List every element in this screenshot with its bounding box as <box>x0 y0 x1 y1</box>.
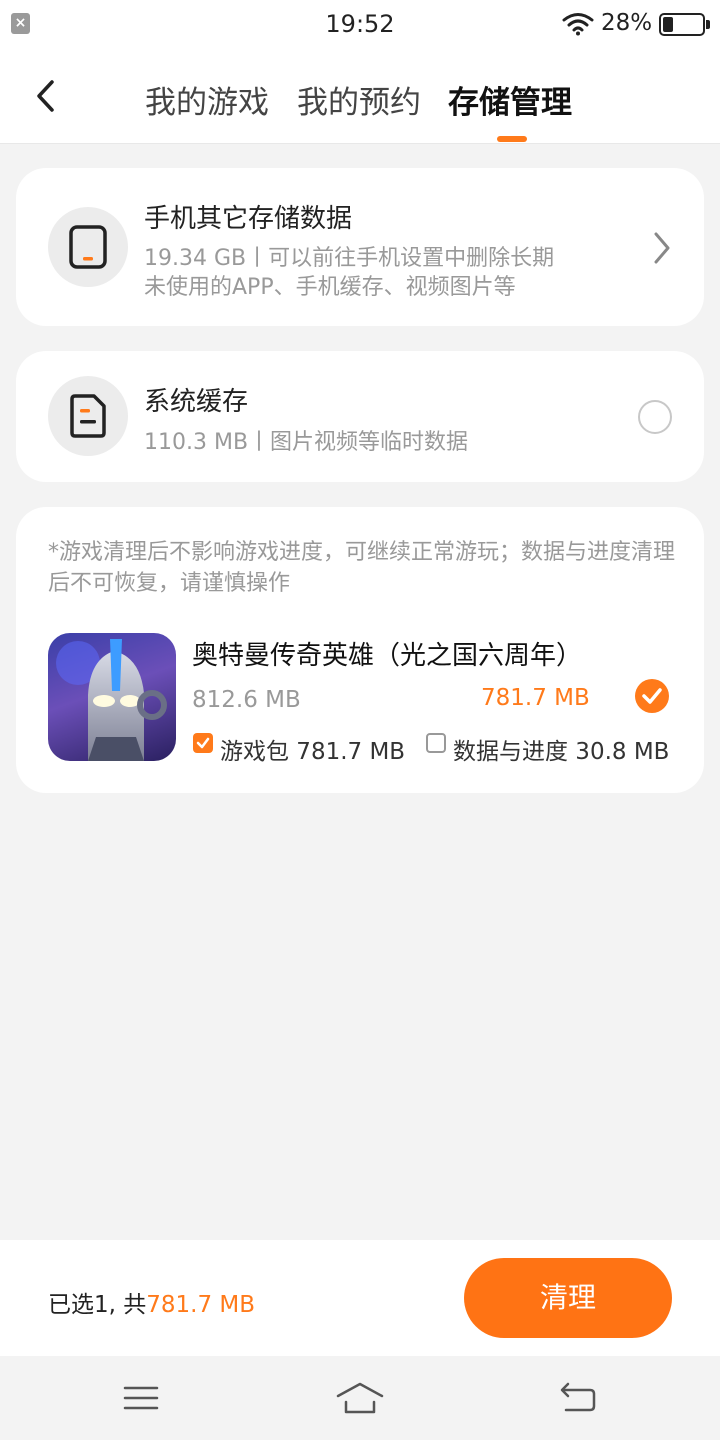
game-data-checkbox[interactable] <box>426 733 446 753</box>
bottom-action-bar: 已选1, 共781.7 MB 清理 <box>0 1240 720 1356</box>
summary-size: 781.7 MB <box>146 1292 256 1318</box>
system-cache-title: 系统缓存 <box>144 387 249 417</box>
game-total-size: 812.6 MB <box>192 687 301 713</box>
game-package-checkbox[interactable] <box>193 733 213 753</box>
chevron-right-icon <box>654 232 670 264</box>
summary-prefix: 已选1, 共 <box>48 1292 147 1318</box>
clean-button[interactable]: 清理 <box>464 1258 672 1338</box>
back-icon[interactable] <box>558 1380 598 1416</box>
battery-icon <box>659 13 710 36</box>
wifi-icon <box>562 13 594 36</box>
system-cache-radio[interactable] <box>638 400 672 434</box>
games-note: *游戏清理后不影响游戏进度，可继续正常游玩；数据与进度清理后不可恢复，请谨慎操作 <box>48 540 676 596</box>
document-icon <box>70 394 106 438</box>
battery-percent: 28% <box>601 10 653 36</box>
phone-storage-line2: 未使用的APP、手机缓存、视频图片等 <box>144 275 516 300</box>
system-nav-bar <box>0 1356 720 1440</box>
phone-storage-line1: 19.34 GB丨可以前往手机设置中删除长期 <box>144 246 555 271</box>
game-package-label[interactable]: 游戏包 781.7 MB <box>220 732 405 766</box>
game-selected-check[interactable] <box>635 679 669 713</box>
selection-summary: 已选1, 共781.7 MB <box>48 1285 255 1319</box>
phone-icon <box>69 225 107 269</box>
header: 我的游戏 我的预约 存储管理 <box>0 50 720 144</box>
game-selected-size: 781.7 MB <box>481 685 590 711</box>
active-tab-indicator <box>497 136 527 142</box>
status-bar: × 19:52 28% <box>0 0 720 50</box>
system-cache-card[interactable]: 系统缓存 110.3 MB丨图片视频等临时数据 <box>16 351 704 482</box>
tab-my-games[interactable]: 我的游戏 <box>145 77 269 122</box>
home-icon[interactable] <box>336 1380 384 1416</box>
phone-storage-card[interactable]: 手机其它存储数据 19.34 GB丨可以前往手机设置中删除长期 未使用的APP、… <box>16 168 704 326</box>
check-icon <box>642 688 662 704</box>
check-icon <box>196 737 210 749</box>
system-cache-subtitle: 110.3 MB丨图片视频等临时数据 <box>144 430 469 455</box>
tab-storage-management[interactable]: 存储管理 <box>448 77 572 122</box>
chevron-left-icon[interactable] <box>28 76 68 116</box>
phone-icon-circle <box>48 207 128 287</box>
battery-fill <box>663 17 673 32</box>
phone-storage-title: 手机其它存储数据 <box>144 204 353 234</box>
ultraman-icon <box>56 639 167 761</box>
tab-my-reservations[interactable]: 我的预约 <box>297 77 421 122</box>
game-data-label[interactable]: 数据与进度 30.8 MB <box>453 732 669 766</box>
games-card: *游戏清理后不影响游戏进度，可继续正常游玩；数据与进度清理后不可恢复，请谨慎操作… <box>16 507 704 793</box>
document-icon-circle <box>48 376 128 456</box>
game-app-icon <box>48 633 176 761</box>
menu-icon[interactable] <box>121 1380 161 1416</box>
game-title: 奥特曼传奇英雄（光之国六周年） <box>192 641 583 671</box>
